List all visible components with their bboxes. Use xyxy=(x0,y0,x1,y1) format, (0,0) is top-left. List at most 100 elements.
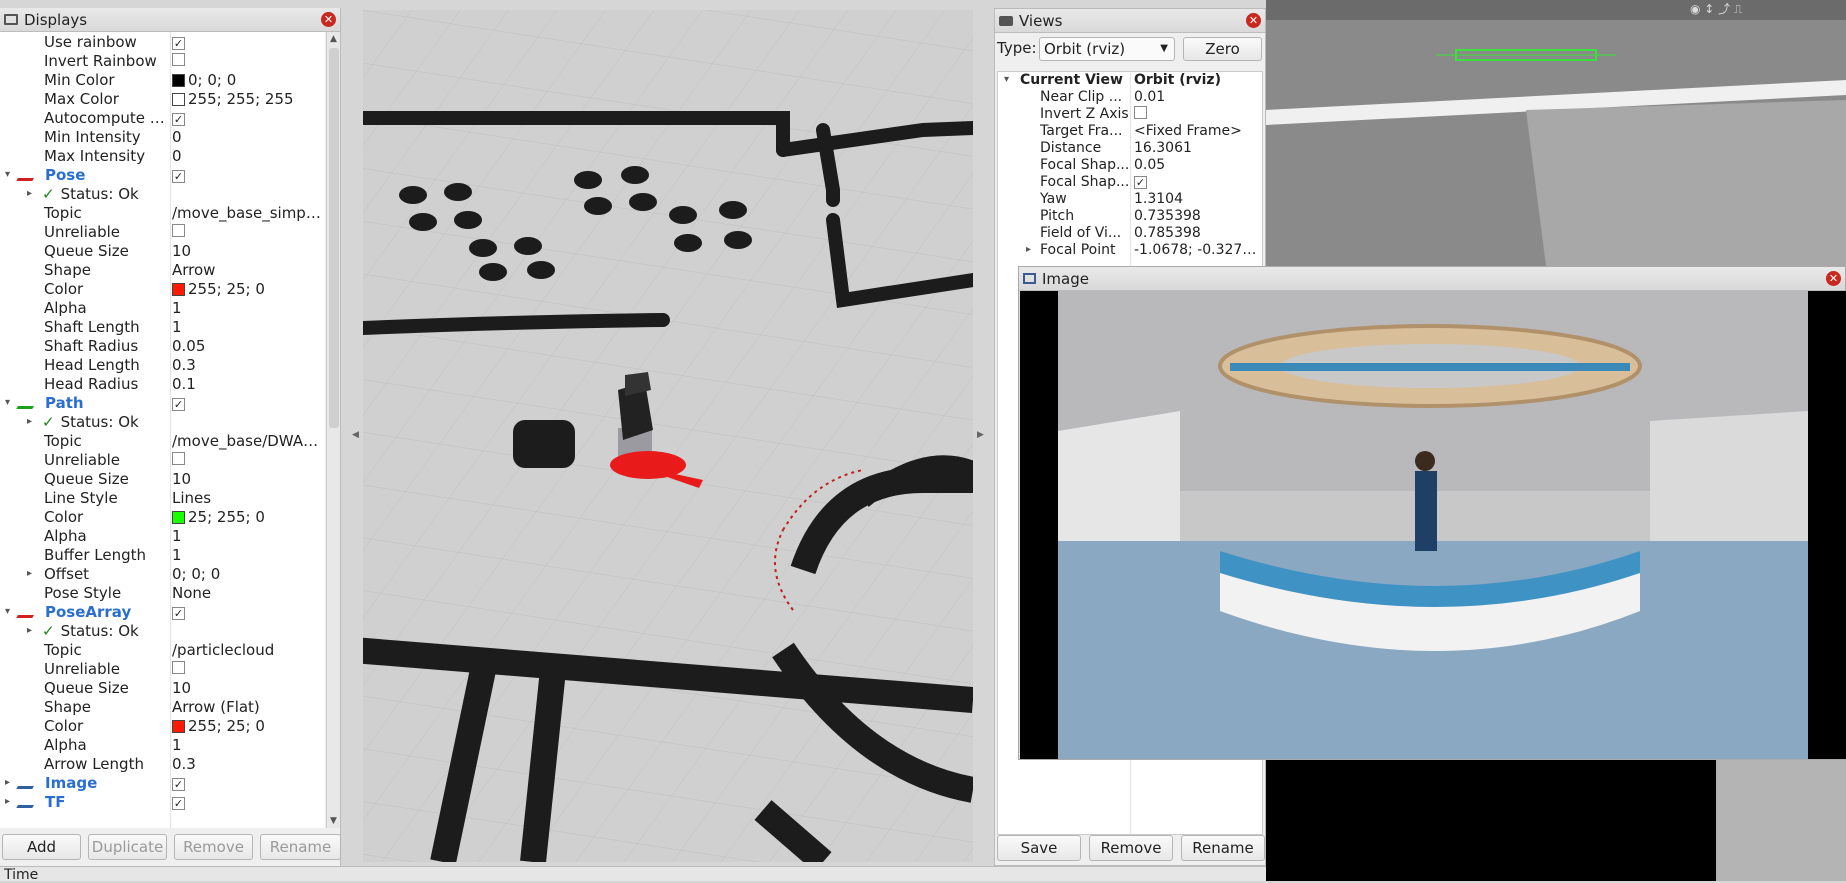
save-button[interactable]: Save xyxy=(997,835,1081,861)
zero-button[interactable]: Zero xyxy=(1183,37,1262,61)
property-row[interactable]: Unreliable xyxy=(0,659,325,678)
property-row[interactable]: Alpha 1 xyxy=(0,526,325,545)
display-item-path[interactable]: ▾ Path ✓ xyxy=(0,393,325,412)
view-type-select[interactable]: Orbit (rviz) ▼ xyxy=(1039,37,1175,61)
property-value[interactable] xyxy=(172,52,324,70)
3d-viewport[interactable] xyxy=(363,10,973,862)
display-item-tf[interactable]: ▸ TF ✓ xyxy=(0,792,325,811)
property-row[interactable]: Shape Arrow (Flat) xyxy=(0,697,325,716)
property-value[interactable]: 0.05 xyxy=(172,337,324,355)
property-value[interactable] xyxy=(172,451,324,469)
right-splitter-handle[interactable]: ▶ xyxy=(977,430,984,440)
property-value[interactable]: ✓ xyxy=(172,109,324,127)
close-icon[interactable]: ✕ xyxy=(321,12,336,27)
property-value[interactable]: /move_base/DWAPl... xyxy=(172,432,324,450)
property-value[interactable]: 1 xyxy=(172,299,324,317)
enabled-checkbox[interactable]: ✓ xyxy=(172,397,185,411)
close-icon[interactable]: ✕ xyxy=(1826,271,1841,286)
property-value[interactable]: 0.3 xyxy=(172,755,324,773)
property-row[interactable]: Topic/move_base/DWAPl... xyxy=(0,431,325,450)
property-row[interactable]: Alpha 1 xyxy=(0,735,325,754)
view-property-value[interactable]: 0.735398 xyxy=(1134,208,1262,224)
collapse-arrow-icon[interactable]: ▸ xyxy=(1026,244,1031,255)
property-row[interactable]: Use rainbow ✓ xyxy=(0,32,325,51)
collapse-arrow-icon[interactable]: ▸ xyxy=(27,188,32,199)
remove-button[interactable]: Remove xyxy=(174,834,253,860)
display-item-image[interactable]: ▸ Image ✓ xyxy=(0,773,325,792)
property-value[interactable]: Arrow xyxy=(172,261,324,279)
collapse-arrow-icon[interactable]: ▸ xyxy=(27,568,32,579)
property-row[interactable]: Unreliable xyxy=(0,450,325,469)
property-checkbox[interactable] xyxy=(172,660,185,674)
views-rename-button[interactable]: Rename xyxy=(1181,835,1265,861)
expand-arrow-icon[interactable]: ▾ xyxy=(5,169,10,180)
property-value[interactable]: 25; 255; 0 xyxy=(172,508,324,526)
property-value[interactable]: 0 xyxy=(172,147,324,165)
property-row[interactable]: Alpha 1 xyxy=(0,298,325,317)
property-row[interactable]: Autocompute I... ✓ xyxy=(0,108,325,127)
display-item-posearray[interactable]: ▾ PoseArray ✓ xyxy=(0,602,325,621)
property-checkbox[interactable] xyxy=(172,52,185,66)
collapse-arrow-icon[interactable]: ▸ xyxy=(27,625,32,636)
property-row[interactable]: Max Color 255; 255; 255 xyxy=(0,89,325,108)
property-row[interactable]: Line Style Lines xyxy=(0,488,325,507)
property-row[interactable]: Max Intensity 0 xyxy=(0,146,325,165)
property-value[interactable]: 10 xyxy=(172,470,324,488)
display-item-pose[interactable]: ▾ Pose ✓ xyxy=(0,165,325,184)
collapse-arrow-icon[interactable]: ▸ xyxy=(5,777,10,788)
property-value[interactable]: 255; 255; 255 xyxy=(172,90,324,108)
property-row[interactable]: Shape Arrow xyxy=(0,260,325,279)
scroll-up-icon[interactable]: ▲ xyxy=(330,34,337,44)
property-row[interactable]: Color 255; 25; 0 xyxy=(0,716,325,735)
property-row[interactable]: Head Length 0.3 xyxy=(0,355,325,374)
property-checkbox[interactable] xyxy=(172,223,185,237)
property-row[interactable]: Pose Style None xyxy=(0,583,325,602)
expand-arrow-icon[interactable]: ▾ xyxy=(1004,74,1009,85)
property-row[interactable]: Min Color 0; 0; 0 xyxy=(0,70,325,89)
view-property-value[interactable]: ✓ xyxy=(1134,174,1262,190)
left-splitter-handle[interactable]: ◀ xyxy=(352,430,359,440)
view-property-value[interactable]: 1.3104 xyxy=(1134,191,1262,207)
property-value[interactable]: 10 xyxy=(172,679,324,697)
scroll-down-icon[interactable]: ▼ xyxy=(330,816,337,826)
property-row[interactable]: Topic/particlecloud xyxy=(0,640,325,659)
property-row[interactable]: ▸ ✓ Status: Ok xyxy=(0,184,325,203)
property-value[interactable]: 0 xyxy=(172,128,324,146)
displays-tree[interactable]: Use rainbow ✓ Invert Rainbow Min Color 0; 0;… xyxy=(0,32,325,828)
property-value[interactable]: 255; 25; 0 xyxy=(172,717,324,735)
property-row[interactable]: ▸ ✓ Status: Ok xyxy=(0,621,325,640)
property-value[interactable]: 0; 0; 0 xyxy=(172,71,324,89)
property-row[interactable]: Head Radius 0.1 xyxy=(0,374,325,393)
property-row[interactable]: Min Intensity 0 xyxy=(0,127,325,146)
property-value[interactable]: 255; 25; 0 xyxy=(172,280,324,298)
property-row[interactable]: Color 25; 255; 0 xyxy=(0,507,325,526)
view-property-value[interactable] xyxy=(1134,106,1262,123)
collapse-arrow-icon[interactable]: ▸ xyxy=(5,796,10,807)
property-row[interactable]: Queue Size 10 xyxy=(0,241,325,260)
property-row[interactable]: Queue Size 10 xyxy=(0,469,325,488)
property-row[interactable]: Topic/move_base_simple... xyxy=(0,203,325,222)
rename-button[interactable]: Rename xyxy=(260,834,341,860)
collapse-arrow-icon[interactable]: ▸ xyxy=(27,416,32,427)
duplicate-button[interactable]: Duplicate xyxy=(88,834,167,860)
view-property-value[interactable]: 0.01 xyxy=(1134,89,1262,105)
enabled-checkbox[interactable]: ✓ xyxy=(172,777,185,791)
add-button[interactable]: Add xyxy=(2,834,81,860)
property-value[interactable]: None xyxy=(172,584,324,602)
view-property-value[interactable]: 16.3061 xyxy=(1134,140,1262,156)
property-row[interactable]: Queue Size 10 xyxy=(0,678,325,697)
property-row[interactable]: ▸ ✓ Status: Ok xyxy=(0,412,325,431)
property-value[interactable]: 1 xyxy=(172,318,324,336)
scrollbar-thumb[interactable] xyxy=(329,48,339,428)
property-row[interactable]: Color 255; 25; 0 xyxy=(0,279,325,298)
property-value[interactable]: /move_base_simple... xyxy=(172,204,324,222)
property-value[interactable]: 0.3 xyxy=(172,356,324,374)
views-remove-button[interactable]: Remove xyxy=(1089,835,1173,861)
property-value[interactable] xyxy=(172,223,324,241)
property-value[interactable]: Lines xyxy=(172,489,324,507)
property-value[interactable]: Arrow (Flat) xyxy=(172,698,324,716)
enabled-checkbox[interactable]: ✓ xyxy=(172,606,185,620)
view-property-value[interactable]: <Fixed Frame> xyxy=(1134,123,1262,139)
close-icon[interactable]: ✕ xyxy=(1246,13,1261,28)
property-row[interactable]: Shaft Length 1 xyxy=(0,317,325,336)
